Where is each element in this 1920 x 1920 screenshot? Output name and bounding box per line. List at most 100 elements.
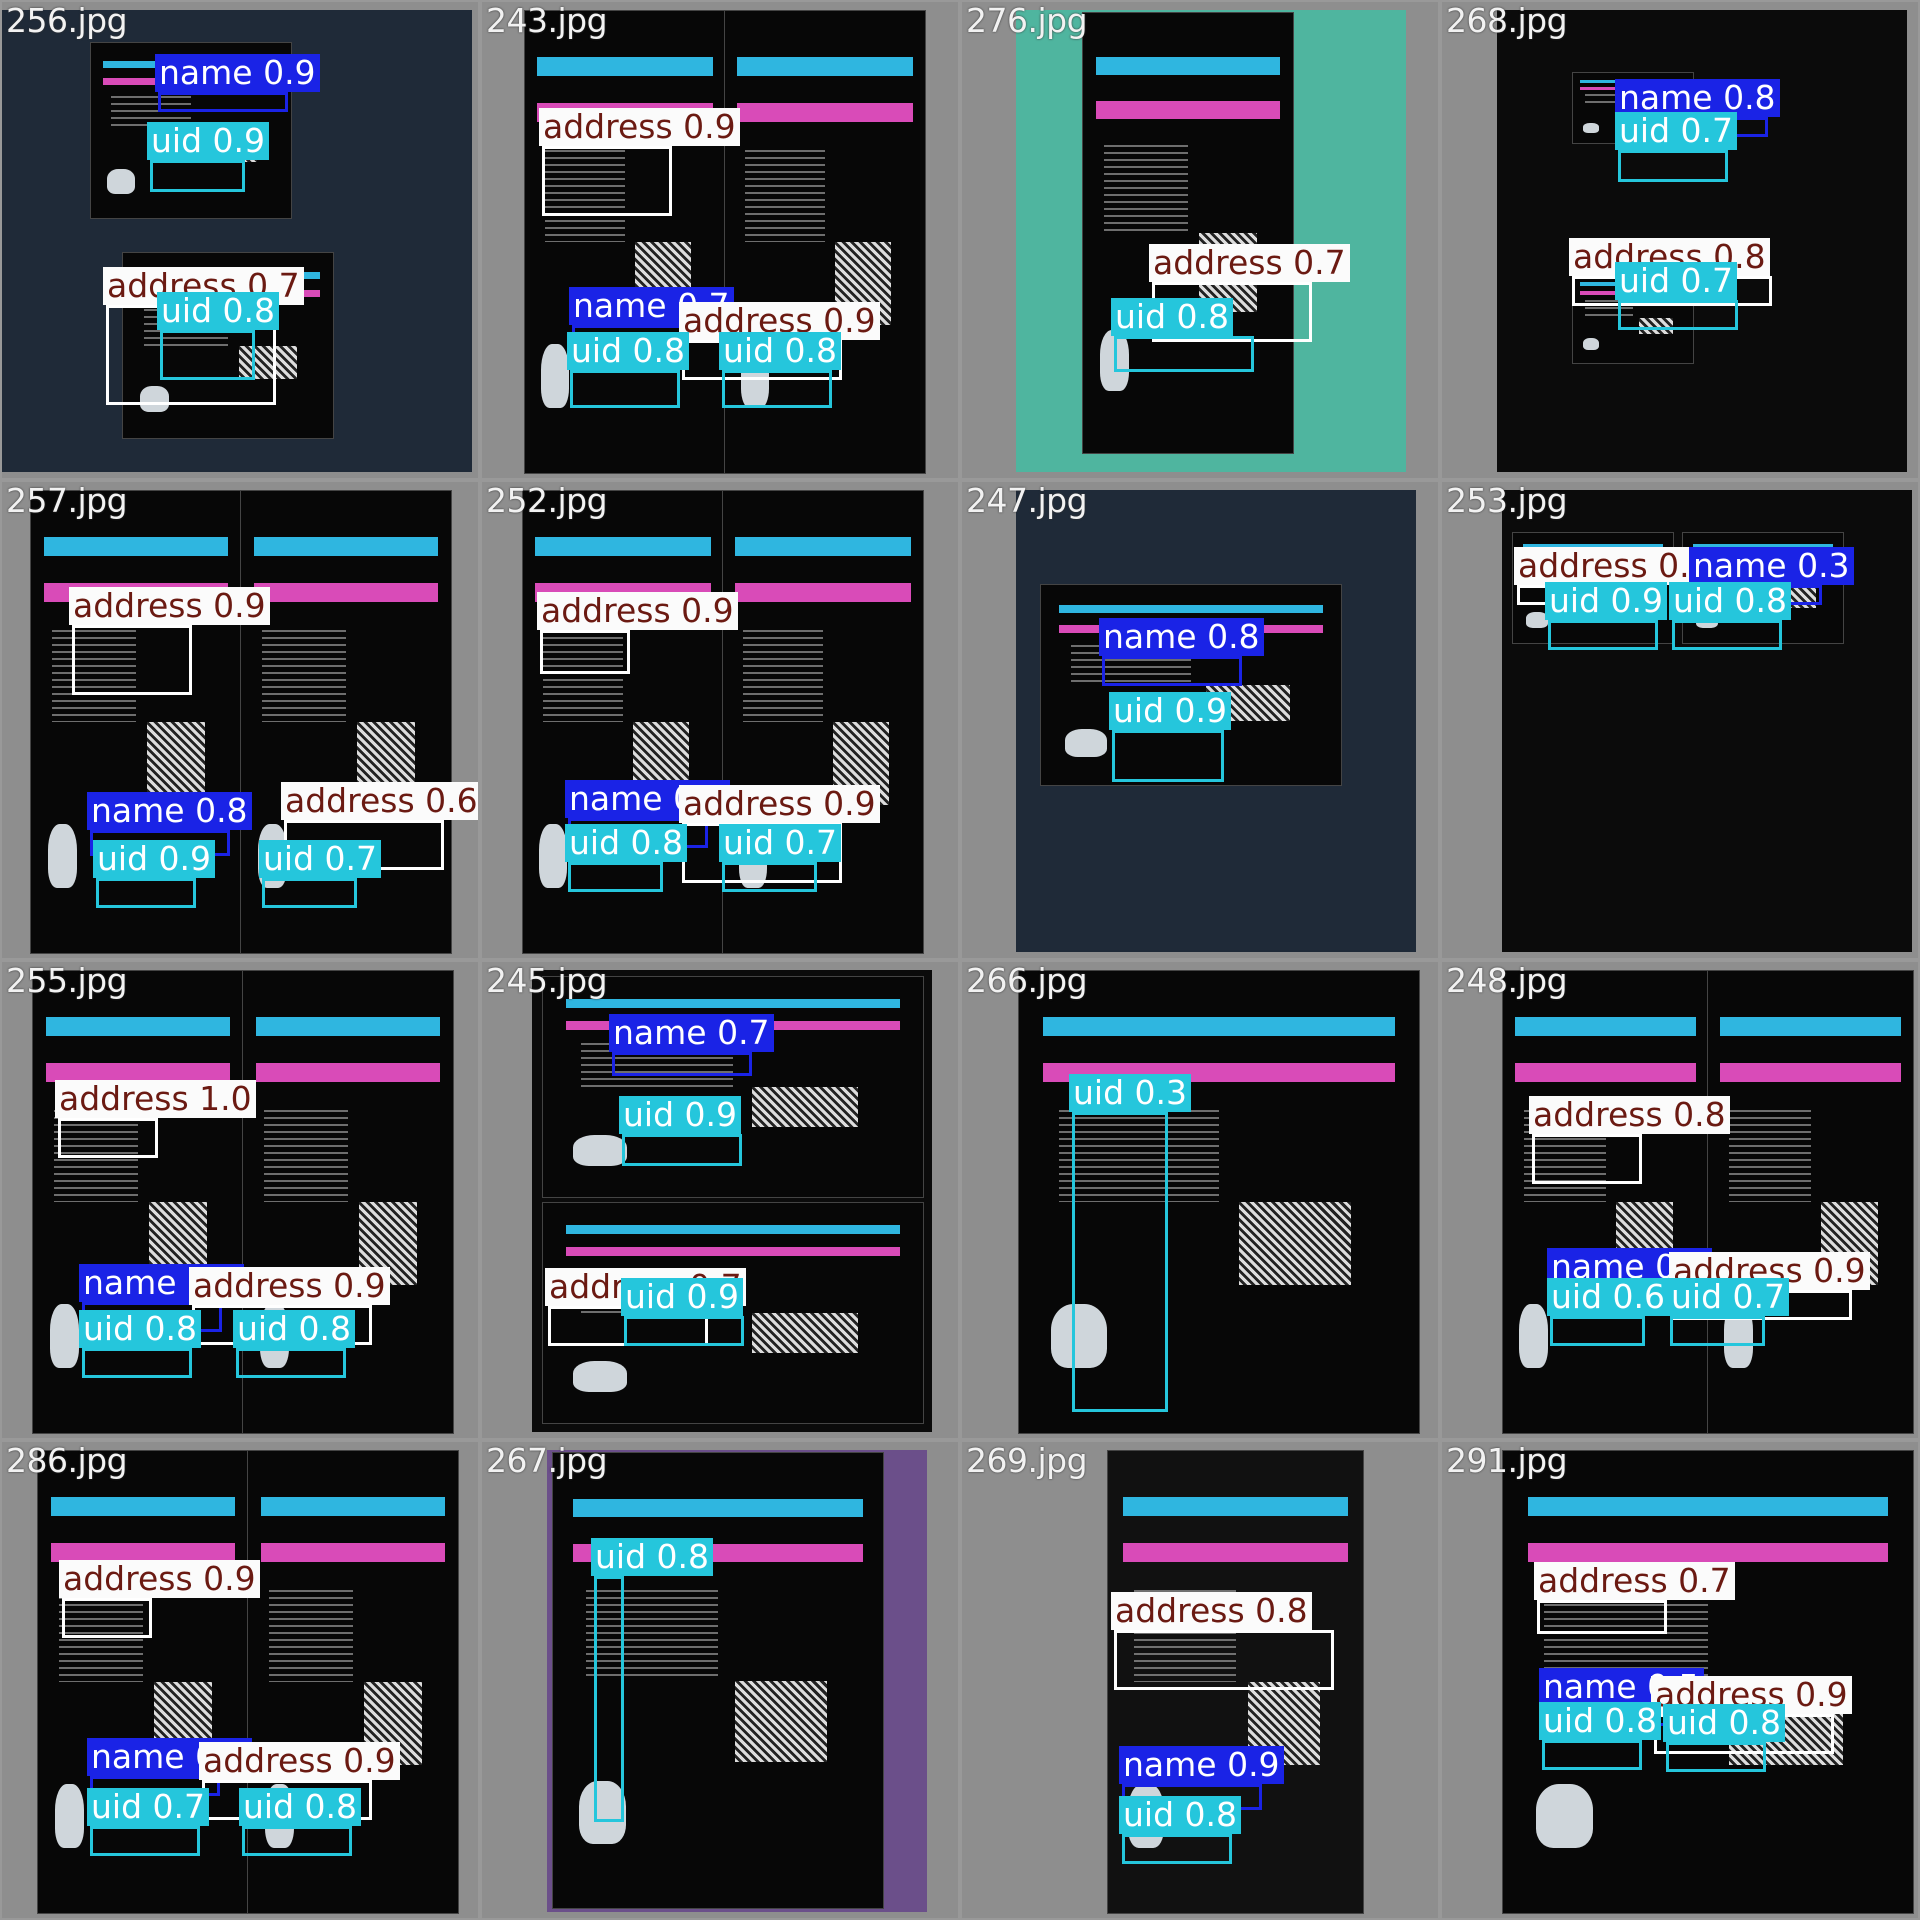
bounding-box bbox=[722, 862, 817, 892]
detection-label: uid 0.7 bbox=[87, 1788, 210, 1826]
bounding-box bbox=[1618, 300, 1738, 330]
header-band bbox=[253, 583, 439, 602]
detection-label: uid 0.8 bbox=[1119, 1796, 1242, 1834]
address-detection: address 0.9 bbox=[537, 592, 738, 674]
image-tile: 269.jpg address 0.8 name 0.9 uid 0.8 bbox=[962, 1442, 1438, 1918]
uid-detection: uid 0.7 bbox=[259, 840, 382, 908]
bounding-box bbox=[1114, 1630, 1334, 1690]
uid-detection: uid 0.9 bbox=[621, 1278, 744, 1346]
uid-detection: uid 0.8 bbox=[1539, 1702, 1662, 1770]
detection-label: uid 0.8 bbox=[79, 1310, 202, 1348]
bounding-box bbox=[82, 1348, 192, 1378]
uid-detection: uid 0.7 bbox=[1615, 112, 1738, 182]
detection-label: address 0.9 bbox=[69, 587, 270, 625]
uid-detection: uid 0.9 bbox=[1109, 692, 1232, 782]
text-block bbox=[745, 149, 825, 242]
uid-detection: uid 0.8 bbox=[1663, 1704, 1786, 1772]
image-tile: 255.jpg address 1.0 name 0.4 address 0.9 uid… bbox=[2, 962, 478, 1438]
header-band bbox=[1720, 1017, 1901, 1036]
image-filename: 248.jpg bbox=[1446, 962, 1568, 1000]
bounding-box bbox=[1112, 730, 1224, 782]
uid-detection: uid 0.8 bbox=[79, 1310, 202, 1378]
image-tile: 257.jpg address 0.9 name 0.8 address 0.6 uid… bbox=[2, 482, 478, 958]
uid-detection: uid 0.8 bbox=[1669, 582, 1792, 650]
image-filename: 245.jpg bbox=[486, 962, 608, 1000]
face-photo bbox=[107, 169, 135, 194]
detection-label: address 0.9 bbox=[199, 1742, 400, 1780]
header-band bbox=[50, 1497, 236, 1516]
detection-label: uid 0.9 bbox=[1109, 692, 1232, 730]
detection-label: address 0.9 bbox=[189, 1267, 390, 1305]
bounding-box bbox=[242, 1826, 352, 1856]
detection-label: uid 0.7 bbox=[719, 824, 842, 862]
address-detection: address 0.8 bbox=[1111, 1592, 1334, 1690]
detection-label: uid 0.8 bbox=[565, 824, 688, 862]
address-detection: address 0.9 bbox=[69, 587, 270, 695]
header-band bbox=[535, 537, 711, 556]
detection-label: uid 0.9 bbox=[1545, 582, 1668, 620]
bounding-box bbox=[158, 92, 288, 112]
text-block bbox=[262, 629, 346, 722]
qr-code bbox=[734, 1680, 827, 1763]
bounding-box bbox=[624, 1316, 744, 1346]
detection-label: name 0.8 bbox=[87, 792, 252, 830]
face-photo bbox=[573, 1135, 627, 1167]
uid-detection: uid 0.8 bbox=[1111, 298, 1254, 372]
image-tile: 266.jpg uid 0.3 bbox=[962, 962, 1438, 1438]
address-detection: address 0.8 bbox=[1529, 1096, 1730, 1184]
bounding-box bbox=[722, 370, 832, 408]
header-band bbox=[1123, 1497, 1348, 1516]
detection-label: uid 0.8 bbox=[567, 332, 690, 370]
detection-label: uid 0.3 bbox=[1069, 1074, 1192, 1112]
detection-label: uid 0.8 bbox=[591, 1538, 714, 1576]
detection-label: uid 0.8 bbox=[1669, 582, 1792, 620]
image-filename: 267.jpg bbox=[486, 1442, 608, 1480]
bounding-box bbox=[262, 878, 357, 908]
image-tile: 248.jpg address 0.8 name 0.3 address 0.9 uid… bbox=[1442, 962, 1918, 1438]
header-band bbox=[565, 999, 901, 1008]
detection-label: uid 0.7 bbox=[1667, 1278, 1790, 1316]
address-detection: address 0.7 bbox=[1534, 1562, 1735, 1634]
bounding-box bbox=[594, 1576, 624, 1822]
header-band bbox=[1720, 1063, 1901, 1082]
image-tile: 252.jpg address 0.9 name 0.7 address 0.9 uid… bbox=[482, 482, 958, 958]
header-band bbox=[735, 537, 911, 556]
detection-label: address 1.0 bbox=[55, 1080, 256, 1118]
detection-label: address 0.6 bbox=[281, 782, 478, 820]
image-tile: 245.jpgname 0.7uid 0.9address 0.7uid 0.9 bbox=[482, 962, 958, 1438]
image-tile: 247.jpg name 0.8 uid 0.9 bbox=[962, 482, 1438, 958]
bounding-box bbox=[1532, 1134, 1642, 1184]
header-band bbox=[1043, 1017, 1395, 1036]
bounding-box bbox=[62, 1598, 152, 1638]
detection-label: uid 0.8 bbox=[1663, 1704, 1786, 1742]
uid-detection: uid 0.9 bbox=[1545, 582, 1668, 650]
header-band bbox=[260, 1497, 446, 1516]
aadhaar-card bbox=[1502, 970, 1709, 1434]
image-filename: 291.jpg bbox=[1446, 1442, 1568, 1480]
face-photo bbox=[1582, 337, 1600, 351]
header-band bbox=[572, 1498, 864, 1517]
detection-label: name 0.8 bbox=[1099, 618, 1264, 656]
header-band bbox=[1515, 1063, 1696, 1082]
bounding-box bbox=[540, 630, 630, 674]
image-filename: 252.jpg bbox=[486, 482, 608, 520]
detection-label: uid 0.7 bbox=[1615, 112, 1738, 150]
aadhaar-card bbox=[1082, 12, 1294, 454]
uid-detection: uid 0.9 bbox=[619, 1096, 742, 1166]
header-band bbox=[1527, 1497, 1889, 1516]
face-photo bbox=[573, 1361, 627, 1393]
name-detection: name 0.9 bbox=[155, 54, 320, 112]
bounding-box bbox=[90, 1826, 200, 1856]
header-band bbox=[253, 537, 439, 556]
detection-label: address 0.9 bbox=[679, 785, 880, 823]
uid-detection: uid 0.8 bbox=[591, 1538, 714, 1822]
image-filename: 253.jpg bbox=[1446, 482, 1568, 520]
uid-detection: uid 0.7 bbox=[87, 1788, 210, 1856]
uid-detection: uid 0.3 bbox=[1069, 1074, 1192, 1412]
text-block bbox=[1728, 1109, 1811, 1202]
address-detection: address 1.0 bbox=[55, 1080, 256, 1158]
text-block bbox=[1104, 145, 1188, 233]
bounding-box bbox=[568, 862, 663, 892]
detection-label: address 0.9 bbox=[537, 592, 738, 630]
header-band bbox=[565, 1225, 901, 1234]
